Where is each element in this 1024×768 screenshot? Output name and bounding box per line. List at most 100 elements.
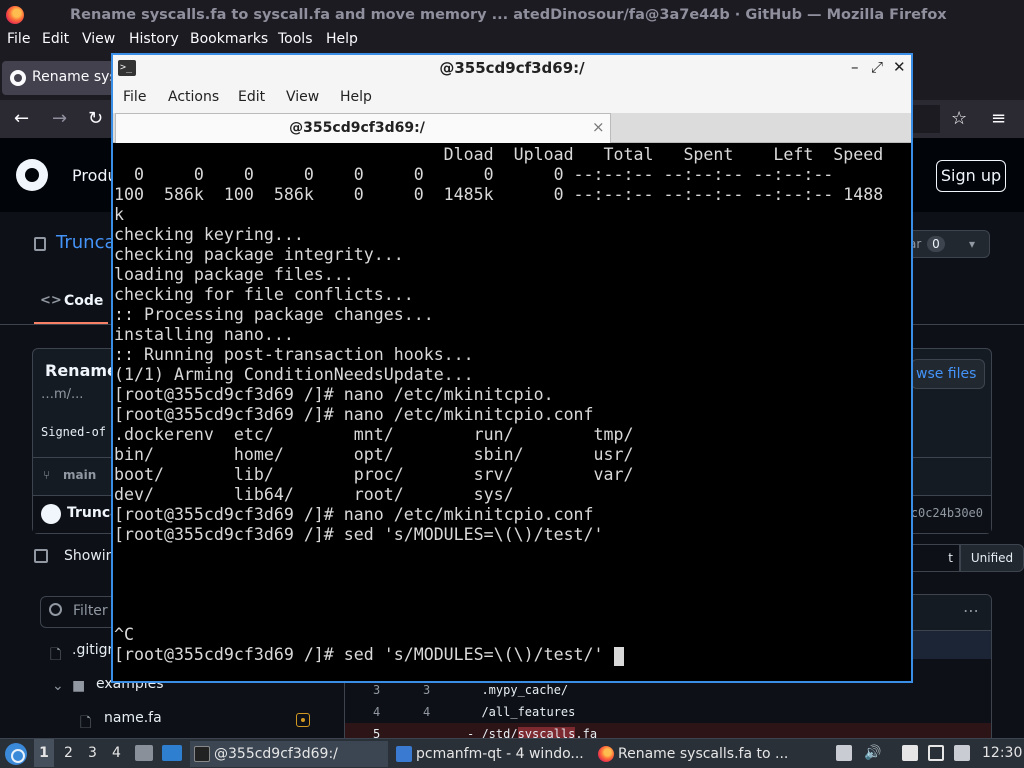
terminal-window[interactable]: >_ @355cd9cf3d69:/ – ⤢ ✕ File Actions Ed… bbox=[111, 53, 913, 683]
menu-tools[interactable]: Tools bbox=[278, 31, 313, 47]
task-firefox[interactable]: Rename syscalls.fa to ... bbox=[594, 741, 792, 767]
workspace-1[interactable]: 1 bbox=[34, 739, 54, 767]
tab-code[interactable]: <> Code bbox=[34, 290, 108, 324]
terminal-titlebar[interactable]: >_ @355cd9cf3d69:/ – ⤢ ✕ bbox=[113, 55, 911, 83]
terminal-line: :: Processing package changes... bbox=[114, 305, 434, 324]
terminal-line: [root@355cd9cf3d69 /]# sed 's/MODULES=\(… bbox=[114, 645, 614, 664]
search-icon bbox=[49, 603, 62, 616]
terminal-line: [root@355cd9cf3d69 /]# nano /etc/mkinitc… bbox=[114, 405, 594, 424]
github-logo-icon[interactable] bbox=[16, 159, 48, 191]
terminal-menu-help[interactable]: Help bbox=[340, 89, 372, 105]
commit-sha[interactable]: c0c24b30e0 bbox=[911, 506, 983, 520]
avatar[interactable] bbox=[41, 504, 61, 524]
file-manager-icon[interactable] bbox=[135, 745, 153, 761]
clipboard-icon[interactable] bbox=[836, 745, 852, 761]
workspace-4[interactable]: 4 bbox=[112, 745, 121, 761]
chevron-down-icon[interactable]: ⌄ bbox=[52, 678, 64, 694]
menu-bookmarks[interactable]: Bookmarks bbox=[190, 31, 268, 47]
tab-close-icon[interactable]: × bbox=[592, 118, 605, 136]
browser-tab[interactable]: Rename sysc bbox=[2, 61, 124, 95]
start-menu-icon[interactable] bbox=[5, 743, 27, 765]
terminal-tab[interactable]: @355cd9cf3d69:/ × bbox=[115, 113, 611, 143]
signed-off-text: Signed-of bbox=[41, 425, 107, 439]
unified-view-button[interactable]: Unified bbox=[960, 544, 1024, 572]
repo-name-link[interactable]: Trunca bbox=[56, 232, 116, 253]
notes-icon[interactable] bbox=[902, 745, 918, 761]
window-title: Rename syscalls.fa to syscall.fa and mov… bbox=[70, 7, 947, 23]
chevron-down-icon[interactable]: ▾ bbox=[969, 237, 975, 251]
repo-icon bbox=[34, 237, 46, 251]
branch-icon: ⑂ bbox=[43, 468, 51, 482]
line-number: 4 bbox=[423, 705, 431, 719]
terminal-line: [root@355cd9cf3d69 /]# sed 's/MODULES=\(… bbox=[114, 525, 604, 544]
menu-help[interactable]: Help bbox=[326, 31, 358, 47]
diff-code: - /std/syscalls.fa bbox=[467, 723, 597, 738]
diff-highlight: syscalls bbox=[517, 727, 576, 738]
file-icon: 🗋 bbox=[80, 715, 92, 731]
commit-title: Rename bbox=[45, 361, 118, 380]
task-terminal[interactable]: @355cd9cf3d69:/ bbox=[190, 741, 388, 767]
task-file-manager[interactable]: pcmanfm-qt - 4 windo... bbox=[392, 741, 590, 767]
sidebar-toggle-icon[interactable] bbox=[34, 549, 48, 563]
back-arrow-icon[interactable]: ← bbox=[14, 108, 29, 129]
line-number: 4 bbox=[373, 705, 381, 719]
diff-code: /all_features bbox=[467, 705, 576, 719]
branch-name[interactable]: main bbox=[63, 468, 96, 482]
diff-line: 4 4 /all_features bbox=[345, 701, 991, 723]
more-options-icon[interactable]: ⋯ bbox=[963, 601, 979, 620]
volume-icon[interactable]: 🔊 bbox=[864, 745, 881, 761]
terminal-menu-view[interactable]: View bbox=[286, 89, 319, 105]
computer-icon[interactable] bbox=[954, 745, 970, 761]
tree-item-label: .gitign bbox=[72, 642, 117, 658]
diff-line-deleted: 5 - /std/syscalls.fa bbox=[345, 723, 991, 738]
folder-icon bbox=[396, 746, 412, 762]
terminal-line: loading package files... bbox=[114, 265, 354, 284]
terminal-menu-actions[interactable]: Actions bbox=[168, 89, 219, 105]
folder-icon: ■ bbox=[72, 678, 86, 694]
show-desktop-icon[interactable] bbox=[162, 745, 182, 761]
terminal-line: 100 586k 100 586k 0 0 1485k 0 --:--:-- -… bbox=[114, 185, 884, 204]
terminal-line: 0 0 0 0 0 0 0 0 --:--:-- --:--:-- --:--:… bbox=[114, 165, 834, 184]
firefox-titlebar: Rename syscalls.fa to syscall.fa and mov… bbox=[0, 0, 1024, 30]
task-label: Rename syscalls.fa to ... bbox=[618, 746, 789, 762]
menu-view[interactable]: View bbox=[82, 31, 115, 47]
tree-item-label: name.fa bbox=[104, 710, 162, 726]
bookmark-star-icon[interactable]: ☆ bbox=[951, 108, 967, 129]
workspace-2[interactable]: 2 bbox=[64, 745, 73, 761]
terminal-menu-file[interactable]: File bbox=[123, 89, 146, 105]
modified-icon bbox=[296, 713, 310, 727]
terminal-line: dev/ lib64/ root/ sys/ bbox=[114, 485, 514, 504]
firefox-menubar: File Edit View History Bookmarks Tools H… bbox=[0, 30, 1024, 52]
terminal-line: checking for file conflicts... bbox=[114, 285, 414, 304]
tree-item[interactable]: 🗋 name.fa bbox=[40, 704, 340, 736]
terminal-line: :: Running post-transaction hooks... bbox=[114, 345, 474, 364]
minimize-icon[interactable]: – bbox=[851, 58, 859, 76]
showing-text: Showin bbox=[64, 548, 115, 564]
sign-up-button[interactable]: Sign up bbox=[936, 160, 1006, 192]
hamburger-menu-icon[interactable]: ≡ bbox=[991, 108, 1006, 129]
terminal-line: k bbox=[114, 205, 124, 224]
url-bar[interactable] bbox=[910, 105, 940, 133]
task-label: @355cd9cf3d69:/ bbox=[214, 746, 338, 762]
terminal-menu-edit[interactable]: Edit bbox=[238, 89, 265, 105]
terminal-tab-title: @355cd9cf3d69:/ bbox=[289, 120, 425, 136]
file-filter-placeholder: Filter bbox=[73, 603, 108, 619]
terminal-output[interactable]: Dload Upload Total Spent Left Speed 0 0 … bbox=[114, 147, 910, 681]
terminal-line: Dload Upload Total Spent Left Speed bbox=[114, 147, 884, 164]
terminal-cursor bbox=[613, 647, 624, 666]
keyboard-icon[interactable] bbox=[928, 745, 944, 761]
tab-code-label: Code bbox=[64, 293, 104, 309]
menu-file[interactable]: File bbox=[7, 31, 30, 47]
maximize-icon[interactable]: ⤢ bbox=[871, 58, 883, 76]
github-favicon-icon bbox=[10, 70, 26, 86]
close-icon[interactable]: ✕ bbox=[893, 58, 906, 76]
menu-edit[interactable]: Edit bbox=[42, 31, 69, 47]
menu-history[interactable]: History bbox=[129, 31, 179, 47]
browse-files-button[interactable]: wse files bbox=[911, 359, 985, 389]
terminal-line: boot/ lib/ proc/ srv/ var/ bbox=[114, 465, 634, 484]
code-icon: <> bbox=[40, 293, 62, 308]
workspace-3[interactable]: 3 bbox=[88, 745, 97, 761]
reload-icon[interactable]: ↻ bbox=[88, 108, 103, 129]
task-label: pcmanfm-qt - 4 windo... bbox=[416, 746, 584, 762]
forward-arrow-icon[interactable]: → bbox=[52, 108, 67, 129]
